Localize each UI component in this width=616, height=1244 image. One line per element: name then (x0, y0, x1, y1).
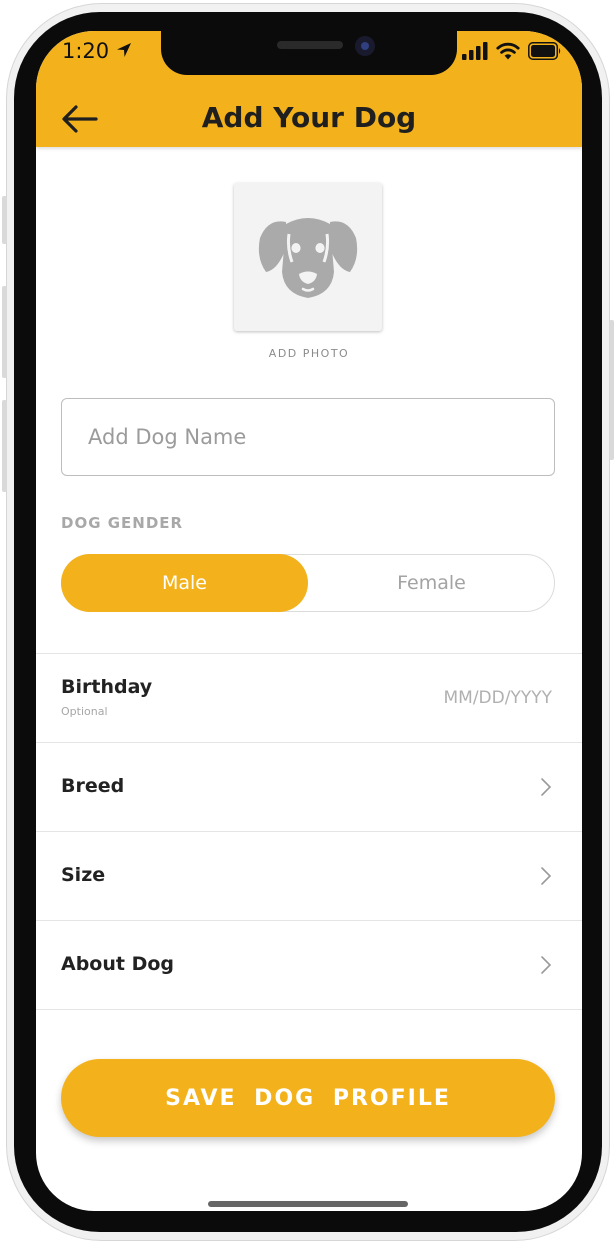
app-header: Add Your Dog (36, 91, 582, 147)
dog-face-icon (258, 218, 358, 298)
divider (36, 1009, 582, 1010)
gender-option-female[interactable]: Female (308, 554, 555, 612)
birthday-optional-label: Optional (61, 705, 108, 718)
add-photo-button[interactable] (234, 183, 382, 331)
signal-icon (462, 42, 488, 60)
page-title: Add Your Dog (201, 101, 417, 134)
divider (36, 742, 582, 743)
divider (36, 831, 582, 832)
device-volume-down (2, 400, 7, 492)
status-time: 1:20 (62, 39, 110, 63)
speaker-grille (277, 41, 343, 49)
about-dog-label: About Dog (61, 953, 175, 975)
divider (36, 920, 582, 921)
battery-icon (528, 42, 561, 60)
birthday-date-input[interactable]: MM/DD/YYYY (443, 688, 552, 708)
dog-gender-label: DOG GENDER (61, 514, 184, 532)
device-notch (161, 31, 457, 75)
save-dog-profile-button[interactable]: SAVE DOG PROFILE (61, 1059, 555, 1137)
device-volume-up (2, 286, 7, 378)
add-photo-label: ADD PHOTO (268, 347, 350, 360)
wifi-icon (496, 42, 520, 60)
device-mute-switch (2, 196, 7, 244)
gender-option-male[interactable]: Male (61, 554, 308, 612)
chevron-right-icon (541, 778, 552, 796)
birthday-label: Birthday (61, 676, 153, 698)
divider (36, 653, 582, 654)
status-icons (462, 42, 562, 60)
front-camera (355, 36, 375, 56)
location-arrow-icon (117, 43, 131, 57)
chevron-right-icon (541, 956, 552, 974)
breed-label: Breed (61, 775, 125, 797)
home-indicator[interactable] (208, 1201, 408, 1207)
dog-name-input[interactable] (61, 398, 555, 476)
size-label: Size (61, 864, 106, 886)
device-power-button (609, 320, 614, 460)
app-screen: 1:20 Add Your Dog ADD PHOTO Add Dog Name… (36, 31, 582, 1211)
status-bar: 1:20 (36, 31, 582, 91)
gender-toggle: Male Female (61, 554, 555, 612)
chevron-right-icon (541, 867, 552, 885)
